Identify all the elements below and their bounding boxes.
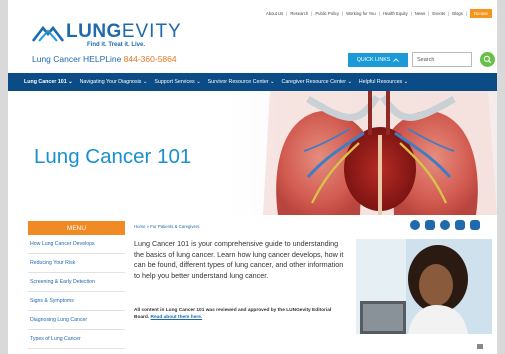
search-input[interactable]: Search <box>412 52 472 67</box>
divider: | <box>465 11 467 16</box>
print-icon[interactable] <box>477 344 483 349</box>
twitter-icon[interactable] <box>440 220 450 230</box>
page: About Us | Research | Public Policy | Worki… <box>8 0 497 354</box>
facebook-icon[interactable] <box>410 220 420 230</box>
nav-item-lung-cancer-101[interactable]: Lung Cancer 101 ⌄ <box>24 79 73 85</box>
divider: | <box>342 11 344 16</box>
nav-item-navigating-diagnosis[interactable]: Navigating Your Diagnosis ⌄ <box>80 79 148 85</box>
review-note: All content in Lung Cancer 101 was revie… <box>134 308 332 321</box>
logo-mark-icon <box>32 25 64 42</box>
utility-link-about[interactable]: About Us <box>266 11 283 16</box>
linkedin-icon[interactable] <box>470 220 480 230</box>
helpline: Lung Cancer HELPLine 844-360-5864 <box>32 54 177 64</box>
quick-links-button[interactable]: QUICK LINKS <box>348 53 408 67</box>
utility-link-blogs[interactable]: Blogs <box>452 11 462 16</box>
menu-item-screening-early-detection[interactable]: Screening & Early Detection <box>28 273 125 292</box>
divider: | <box>448 11 450 16</box>
divider: | <box>378 11 380 16</box>
quick-links-label: QUICK LINKS <box>356 57 391 63</box>
utility-link-working-for-you[interactable]: Working for You <box>346 11 376 16</box>
utility-nav: About Us | Research | Public Policy | Worki… <box>266 9 492 18</box>
utility-link-health-equity[interactable]: Health Equity <box>383 11 408 16</box>
photo-illustration <box>356 239 492 334</box>
utility-link-research[interactable]: Research <box>290 11 308 16</box>
sidebar-menu: MENU How Lung Cancer Develops Reducing Y… <box>28 221 125 349</box>
woman-on-laptop-photo <box>356 239 492 334</box>
divider: | <box>286 11 288 16</box>
instagram-icon[interactable] <box>425 220 435 230</box>
brand-tagline: Find it. Treat it. Live. <box>87 42 146 48</box>
utility-link-news[interactable]: News <box>415 11 425 16</box>
main-nav: Lung Cancer 101 ⌄ Navigating Your Diagno… <box>8 73 497 91</box>
search-icon <box>483 55 492 64</box>
youtube-icon[interactable] <box>455 220 465 230</box>
menu-item-types-of-lung-cancer[interactable]: Types of Lung Cancer <box>28 330 125 349</box>
divider: | <box>311 11 313 16</box>
utility-link-public-policy[interactable]: Public Policy <box>315 11 339 16</box>
read-about-link[interactable]: Read about them here. <box>151 315 203 320</box>
menu-item-how-lung-cancer-develops[interactable]: How Lung Cancer Develops <box>28 235 125 254</box>
menu-item-reducing-your-risk[interactable]: Reducing Your Risk <box>28 254 125 273</box>
nav-item-helpful-resources[interactable]: Helpful Resources ⌄ <box>359 79 408 85</box>
nav-item-survivor-resource-center[interactable]: Survivor Resource Center ⌄ <box>208 79 275 85</box>
menu-item-signs-symptoms[interactable]: Signs & Symptoms <box>28 292 125 311</box>
breadcrumb[interactable]: Home » For Patients & Caregivers <box>134 224 199 229</box>
utility-link-events[interactable]: Events <box>432 11 445 16</box>
divider: | <box>410 11 412 16</box>
nav-item-caregiver-resource-center[interactable]: Caregiver Resource Center ⌄ <box>282 79 352 85</box>
search-button[interactable] <box>480 52 495 67</box>
menu-header: MENU <box>28 221 125 235</box>
social-links <box>410 220 480 230</box>
intro-paragraph: Lung Cancer 101 is your comprehensive gu… <box>134 239 344 280</box>
donate-button[interactable]: Donate <box>469 9 492 18</box>
brand-name: LUNGEVITY <box>66 21 182 42</box>
chevron-up-icon <box>393 58 400 62</box>
helpline-number[interactable]: 844-360-5864 <box>124 54 177 64</box>
hero-banner: Lung Cancer 101 <box>8 91 497 215</box>
divider: | <box>428 11 430 16</box>
page-title: Lung Cancer 101 <box>34 145 192 168</box>
nav-item-support-services[interactable]: Support Services ⌄ <box>154 79 200 85</box>
menu-item-diagnosing-lung-cancer[interactable]: Diagnosing Lung Cancer <box>28 311 125 330</box>
